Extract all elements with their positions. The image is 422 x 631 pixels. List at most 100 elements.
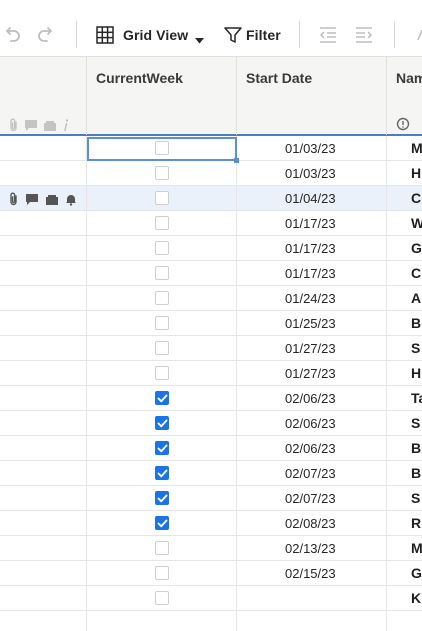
info-icon[interactable] bbox=[62, 118, 70, 137]
start-date-cell[interactable]: 01/27/23 bbox=[285, 341, 336, 356]
outdent-icon[interactable] bbox=[319, 26, 337, 49]
currentweek-checkbox[interactable] bbox=[155, 491, 169, 505]
name-cell[interactable]: W bbox=[411, 215, 422, 231]
indent-icon[interactable] bbox=[355, 26, 373, 49]
start-date-cell[interactable]: 02/07/23 bbox=[285, 466, 336, 481]
table-row[interactable]: 01/04/23 C bbox=[0, 186, 422, 211]
bell-icon[interactable] bbox=[65, 193, 77, 211]
start-date-cell[interactable]: 02/06/23 bbox=[285, 416, 336, 431]
name-cell[interactable]: R bbox=[411, 515, 421, 531]
name-cell[interactable]: S bbox=[411, 415, 420, 431]
grid-view-button[interactable]: Grid View bbox=[123, 27, 188, 43]
table-row[interactable]: 01/27/23 H bbox=[0, 361, 422, 386]
filter-icon[interactable] bbox=[224, 26, 242, 49]
selected-cell[interactable] bbox=[87, 137, 237, 161]
name-cell[interactable]: C bbox=[411, 190, 421, 206]
currentweek-checkbox[interactable] bbox=[155, 166, 169, 180]
name-cell[interactable]: G bbox=[411, 565, 422, 581]
undo-icon[interactable] bbox=[2, 24, 22, 49]
column-header-name[interactable]: Nam bbox=[396, 70, 422, 86]
currentweek-checkbox[interactable] bbox=[155, 416, 169, 430]
currentweek-checkbox[interactable] bbox=[155, 391, 169, 405]
table-row[interactable]: 01/27/23 S bbox=[0, 336, 422, 361]
table-row[interactable]: 02/07/23 B bbox=[0, 461, 422, 486]
fill-handle[interactable] bbox=[234, 158, 239, 163]
grid-view-icon[interactable] bbox=[96, 26, 114, 49]
name-cell[interactable]: H bbox=[411, 165, 421, 181]
start-date-cell[interactable]: 02/07/23 bbox=[285, 491, 336, 506]
column-error-icon[interactable] bbox=[396, 117, 410, 136]
currentweek-checkbox[interactable] bbox=[155, 441, 169, 455]
name-cell[interactable]: B bbox=[411, 465, 421, 481]
proofing-icon[interactable] bbox=[43, 119, 57, 137]
currentweek-checkbox[interactable] bbox=[155, 541, 169, 555]
table-row[interactable]: 02/13/23 M bbox=[0, 536, 422, 561]
currentweek-checkbox[interactable] bbox=[155, 591, 169, 605]
table-row[interactable]: K bbox=[0, 586, 422, 611]
table-row[interactable]: 02/06/23 S bbox=[0, 411, 422, 436]
proofing-icon[interactable] bbox=[45, 193, 59, 211]
name-cell[interactable]: M bbox=[411, 540, 422, 556]
currentweek-checkbox[interactable] bbox=[155, 566, 169, 580]
grid-body: 01/03/23 M 01/03/23 H 01/04/23 C 01/17/23 W 01/1… bbox=[0, 136, 422, 631]
currentweek-checkbox[interactable] bbox=[155, 191, 169, 205]
start-date-cell[interactable]: 02/15/23 bbox=[285, 566, 336, 581]
start-date-cell[interactable]: 02/06/23 bbox=[285, 391, 336, 406]
start-date-cell[interactable]: 01/03/23 bbox=[285, 141, 336, 156]
column-header-start-date[interactable]: Start Date bbox=[246, 70, 312, 86]
start-date-cell[interactable]: 01/27/23 bbox=[285, 366, 336, 381]
table-row[interactable]: 02/07/23 S bbox=[0, 486, 422, 511]
currentweek-checkbox[interactable] bbox=[155, 266, 169, 280]
currentweek-checkbox[interactable] bbox=[155, 341, 169, 355]
name-cell[interactable]: B bbox=[411, 440, 421, 456]
more-tools-icon[interactable] bbox=[417, 26, 422, 49]
chevron-down-icon[interactable] bbox=[195, 31, 204, 49]
start-date-cell[interactable]: 02/08/23 bbox=[285, 516, 336, 531]
table-row[interactable]: 02/06/23 Ta bbox=[0, 386, 422, 411]
name-cell[interactable]: H bbox=[411, 365, 421, 381]
table-row[interactable]: 01/17/23 C bbox=[0, 261, 422, 286]
table-row[interactable]: 01/03/23 H bbox=[0, 161, 422, 186]
currentweek-checkbox[interactable] bbox=[155, 466, 169, 480]
name-cell[interactable]: C bbox=[411, 265, 421, 281]
start-date-cell[interactable]: 02/13/23 bbox=[285, 541, 336, 556]
name-cell[interactable]: Ta bbox=[411, 390, 422, 406]
start-date-cell[interactable]: 01/17/23 bbox=[285, 216, 336, 231]
name-cell[interactable]: M bbox=[411, 140, 422, 156]
table-row[interactable]: 01/17/23 W bbox=[0, 211, 422, 236]
start-date-cell[interactable]: 01/25/23 bbox=[285, 316, 336, 331]
start-date-cell[interactable]: 01/03/23 bbox=[285, 166, 336, 181]
currentweek-checkbox[interactable] bbox=[155, 216, 169, 230]
name-cell[interactable]: S bbox=[411, 490, 420, 506]
name-cell[interactable]: S bbox=[411, 340, 420, 356]
filter-button[interactable]: Filter bbox=[246, 27, 281, 43]
start-date-cell[interactable]: 01/17/23 bbox=[285, 241, 336, 256]
attachment-icon[interactable] bbox=[8, 192, 19, 211]
empty-row[interactable] bbox=[0, 611, 422, 631]
table-row[interactable]: 02/06/23 B bbox=[0, 436, 422, 461]
start-date-cell[interactable]: 02/06/23 bbox=[285, 441, 336, 456]
table-row[interactable]: 01/17/23 G bbox=[0, 236, 422, 261]
name-cell[interactable]: A bbox=[411, 290, 421, 306]
currentweek-checkbox[interactable] bbox=[155, 366, 169, 380]
table-row[interactable]: 01/25/23 B bbox=[0, 311, 422, 336]
row-action-icons bbox=[8, 192, 77, 211]
table-row[interactable]: 02/08/23 R bbox=[0, 511, 422, 536]
table-row[interactable]: 02/15/23 G bbox=[0, 561, 422, 586]
currentweek-checkbox[interactable] bbox=[155, 241, 169, 255]
column-header-currentweek[interactable]: CurrentWeek bbox=[96, 70, 183, 86]
name-cell[interactable]: B bbox=[411, 315, 421, 331]
comment-icon[interactable] bbox=[25, 193, 39, 211]
redo-icon[interactable] bbox=[36, 24, 56, 49]
name-cell[interactable]: G bbox=[411, 240, 422, 256]
name-cell[interactable]: K bbox=[411, 590, 421, 606]
start-date-cell[interactable]: 01/04/23 bbox=[285, 191, 336, 206]
currentweek-checkbox[interactable] bbox=[155, 316, 169, 330]
table-row[interactable]: 01/24/23 A bbox=[0, 286, 422, 311]
attachment-icon[interactable] bbox=[8, 118, 19, 137]
comment-icon[interactable] bbox=[24, 119, 38, 137]
currentweek-checkbox[interactable] bbox=[155, 291, 169, 305]
currentweek-checkbox[interactable] bbox=[155, 516, 169, 530]
start-date-cell[interactable]: 01/24/23 bbox=[285, 291, 336, 306]
start-date-cell[interactable]: 01/17/23 bbox=[285, 266, 336, 281]
